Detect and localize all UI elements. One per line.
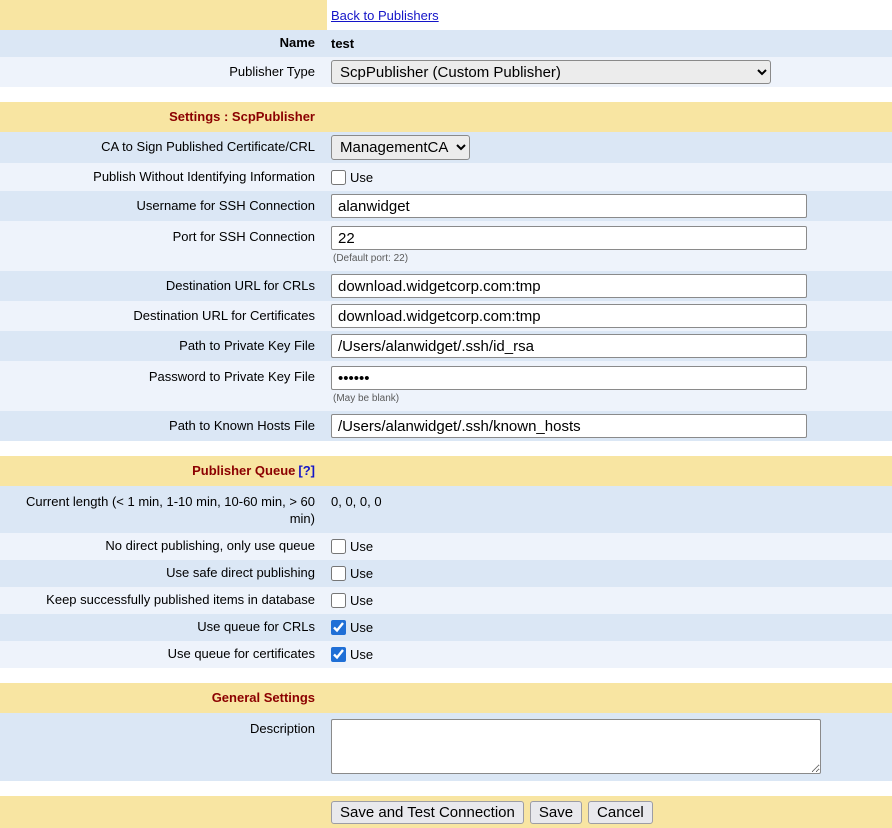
keep-published-items-label: Keep successfully published items in dat… [46,592,315,609]
row-queue-for-certificates: Use queue for certificates Use [0,641,892,668]
use-text: Use [350,566,373,581]
no-direct-publishing-label: No direct publishing, only use queue [105,538,315,555]
row-known-hosts-path: Path to Known Hosts File [0,411,892,441]
no-direct-use-label[interactable]: Use [331,539,373,554]
queue-section-band: Publisher Queue [?] [0,456,892,486]
ssh-username-input[interactable] [331,194,807,218]
private-key-path-label: Path to Private Key File [179,338,315,355]
top-band-left-cell [0,0,327,30]
private-key-password-label: Password to Private Key File [149,369,315,386]
use-text: Use [350,647,373,662]
row-ca-select: CA to Sign Published Certificate/CRL Man… [0,132,892,163]
general-section-band: General Settings [0,683,892,713]
no-direct-checkbox[interactable] [331,539,346,554]
anonymize-label: Publish Without Identifying Information [93,169,315,186]
known-hosts-path-input[interactable] [331,414,807,438]
description-textarea[interactable] [331,719,821,774]
queue-crls-use-label[interactable]: Use [331,620,373,635]
row-publisher-type: Publisher Type ScpPublisher (Custom Publ… [0,57,892,87]
known-hosts-path-label: Path to Known Hosts File [169,418,315,435]
row-ssh-username: Username for SSH Connection [0,191,892,221]
row-ssh-port: Port for SSH Connection (Default port: 2… [0,221,892,271]
queue-help-link[interactable]: [?] [298,463,315,480]
section-gap [0,87,892,102]
ssh-port-input[interactable] [331,226,807,250]
queue-certs-checkbox[interactable] [331,647,346,662]
name-label: Name [280,35,315,52]
cert-url-input[interactable] [331,304,807,328]
save-and-test-button[interactable]: Save and Test Connection [331,801,524,824]
row-private-key-password: Password to Private Key File (May be bla… [0,361,892,411]
crl-url-label: Destination URL for CRLs [166,278,315,295]
row-name: Name test [0,30,892,57]
publisher-type-select[interactable]: ScpPublisher (Custom Publisher) [331,60,771,84]
private-key-password-hint: (May be blank) [331,393,399,404]
name-value: test [331,36,354,51]
cancel-button[interactable]: Cancel [588,801,653,824]
queue-length-label: Current length (< 1 min, 1-10 min, 10-60… [6,494,315,528]
ssh-port-label: Port for SSH Connection [173,229,315,246]
section-gap [0,781,892,796]
settings-section-band: Settings : ScpPublisher [0,102,892,132]
queue-crls-checkbox[interactable] [331,620,346,635]
row-crl-url: Destination URL for CRLs [0,271,892,301]
queue-for-crls-label: Use queue for CRLs [197,619,315,636]
cert-url-label: Destination URL for Certificates [133,308,315,325]
crl-url-input[interactable] [331,274,807,298]
edit-publisher-page: Back to Publishers Name test Publisher T… [0,0,892,828]
row-private-key-path: Path to Private Key File [0,331,892,361]
top-band: Back to Publishers [0,0,892,30]
private-key-path-input[interactable] [331,334,807,358]
description-label: Description [250,721,315,738]
settings-section-title: Settings : ScpPublisher [169,109,315,126]
ssh-username-label: Username for SSH Connection [137,198,315,215]
queue-for-certificates-label: Use queue for certificates [168,646,315,663]
use-text: Use [350,620,373,635]
publisher-type-label: Publisher Type [229,64,315,81]
save-button[interactable]: Save [530,801,582,824]
section-gap [0,441,892,456]
row-no-direct-publishing: No direct publishing, only use queue Use [0,533,892,560]
queue-length-value: 0, 0, 0, 0 [331,494,382,509]
row-cert-url: Destination URL for Certificates [0,301,892,331]
row-queue-length: Current length (< 1 min, 1-10 min, 10-60… [0,486,892,533]
safe-direct-checkbox[interactable] [331,566,346,581]
general-section-title: General Settings [212,690,315,707]
back-to-publishers-link[interactable]: Back to Publishers [331,8,439,23]
keep-published-use-label[interactable]: Use [331,593,373,608]
top-band-right-cell: Back to Publishers [327,0,892,30]
row-safe-direct-publishing: Use safe direct publishing Use [0,560,892,587]
ca-label: CA to Sign Published Certificate/CRL [101,139,315,156]
anonymize-checkbox[interactable] [331,170,346,185]
ca-select[interactable]: ManagementCA [331,135,470,160]
queue-certs-use-label[interactable]: Use [331,647,373,662]
private-key-password-input[interactable] [331,366,807,390]
row-anonymize: Publish Without Identifying Information … [0,163,892,191]
ssh-port-hint: (Default port: 22) [331,253,408,264]
use-text: Use [350,170,373,185]
anonymize-use-label[interactable]: Use [331,170,373,185]
actions-band: Save and Test Connection Save Cancel [0,796,892,828]
section-gap [0,668,892,683]
use-text: Use [350,593,373,608]
row-description: Description [0,713,892,781]
row-queue-for-crls: Use queue for CRLs Use [0,614,892,641]
use-text: Use [350,539,373,554]
queue-section-title: Publisher Queue [192,463,295,480]
safe-direct-publishing-label: Use safe direct publishing [166,565,315,582]
safe-direct-use-label[interactable]: Use [331,566,373,581]
keep-published-checkbox[interactable] [331,593,346,608]
row-keep-published-items: Keep successfully published items in dat… [0,587,892,614]
